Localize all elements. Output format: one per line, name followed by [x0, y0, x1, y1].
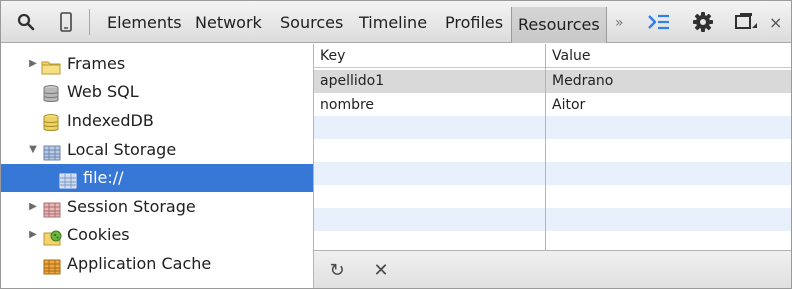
delete-button[interactable]: ✕ — [370, 259, 392, 281]
sidebar-item-application-cache[interactable]: Application Cache — [1, 250, 313, 278]
tab-elements[interactable]: Elements — [107, 12, 182, 34]
database-icon — [43, 113, 61, 131]
sidebar-item-label: Local Storage — [67, 140, 177, 159]
devtools-window: Elements Network Sources Timeline Profil… — [0, 0, 792, 289]
sidebar-item-label: file:// — [83, 168, 124, 187]
search-icon[interactable] — [15, 11, 37, 33]
folder-icon — [41, 56, 61, 75]
cell-value[interactable]: Aitor — [552, 94, 585, 117]
sidebar-item-file[interactable]: file:// — [1, 164, 313, 192]
empty-row — [314, 162, 791, 185]
sidebar-item-label: Web SQL — [67, 82, 139, 101]
status-bar: ↻ ✕ — [314, 250, 791, 288]
sidebar-item-label: Cookies — [67, 225, 130, 244]
cell-value[interactable]: Medrano — [552, 70, 613, 93]
grid-icon — [43, 199, 61, 218]
console-drawer-icon[interactable] — [645, 11, 673, 33]
toolbar-separator — [89, 9, 90, 35]
tab-resources[interactable]: Resources — [511, 7, 607, 43]
column-divider[interactable] — [545, 44, 546, 250]
cell-key[interactable]: apellido1 — [320, 70, 384, 93]
sidebar-item-frames[interactable]: ▶ Frames — [1, 50, 313, 78]
sidebar-item-local-storage[interactable]: ▼ Local Storage — [1, 136, 313, 164]
device-icon[interactable] — [57, 11, 75, 33]
tab-network[interactable]: Network — [195, 12, 262, 34]
toolbar: Elements Network Sources Timeline Profil… — [1, 1, 791, 43]
sidebar-item-cookies[interactable]: ▶ Cookies — [1, 221, 313, 249]
column-header-key[interactable]: Key — [320, 44, 345, 68]
grid-header: Key Value — [314, 44, 791, 68]
sidebar-item-label: Session Storage — [67, 197, 196, 216]
expand-arrow-icon[interactable]: ▶ — [27, 50, 39, 78]
empty-row — [314, 116, 791, 139]
sidebar-item-web-sql[interactable]: Web SQL — [1, 78, 313, 106]
sidebar-item-indexeddb[interactable]: IndexedDB — [1, 107, 313, 135]
undock-icon[interactable] — [733, 11, 759, 33]
storage-data-grid: Key Value apellido1 Medrano nombre Aitor — [314, 44, 791, 250]
tab-profiles[interactable]: Profiles — [445, 12, 503, 34]
overflow-button[interactable]: » — [615, 12, 624, 34]
sidebar-item-session-storage[interactable]: ▶ Session Storage — [1, 193, 313, 221]
sidebar-item-label: Application Cache — [67, 254, 212, 273]
empty-row — [314, 208, 791, 231]
tab-timeline[interactable]: Timeline — [359, 12, 427, 34]
expand-arrow-icon[interactable]: ▶ — [27, 193, 39, 221]
column-header-value[interactable]: Value — [552, 44, 590, 68]
sidebar-item-label: IndexedDB — [67, 111, 154, 130]
grid-icon — [43, 256, 61, 275]
expand-arrow-icon[interactable]: ▶ — [27, 221, 39, 249]
collapse-arrow-icon[interactable]: ▼ — [27, 136, 39, 164]
database-icon — [43, 84, 61, 102]
close-icon[interactable]: × — [769, 12, 782, 34]
grid-icon — [43, 142, 61, 161]
gear-icon[interactable] — [691, 11, 715, 33]
table-row[interactable]: apellido1 Medrano — [314, 70, 791, 93]
cell-key[interactable]: nombre — [320, 94, 374, 117]
cookie-icon — [43, 227, 62, 246]
resources-sidebar: ▶ Frames Web SQL IndexedDB ▼ Local Stora… — [1, 44, 314, 288]
tab-sources[interactable]: Sources — [280, 12, 343, 34]
table-row[interactable]: nombre Aitor — [314, 94, 791, 117]
grid-icon — [59, 170, 77, 189]
refresh-button[interactable]: ↻ — [326, 259, 348, 281]
sidebar-item-label: Frames — [67, 54, 126, 73]
